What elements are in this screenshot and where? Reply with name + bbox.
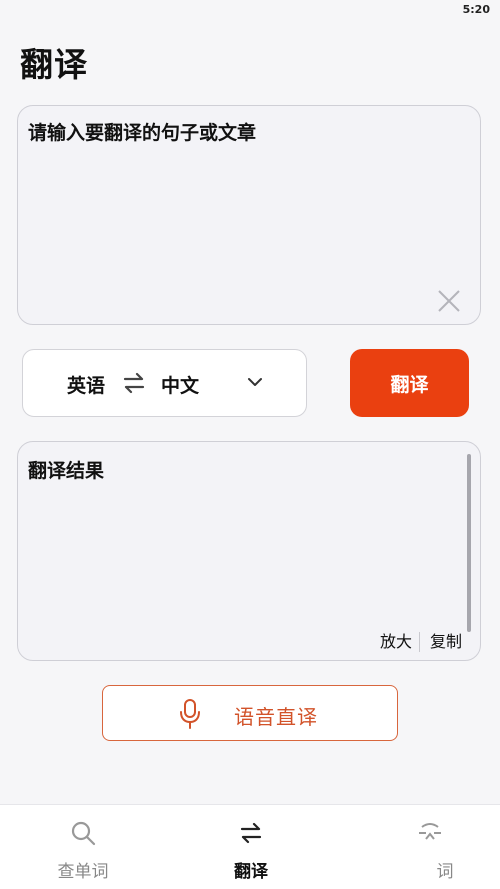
camera-scan-icon <box>419 823 441 840</box>
zoom-button[interactable]: 放大 <box>380 628 412 652</box>
tab-label: 词 <box>436 862 454 882</box>
swap-arrows-icon <box>240 822 262 844</box>
tab-translate[interactable]: 翻译 <box>191 805 311 889</box>
chevron-down-icon[interactable] <box>245 372 265 392</box>
translate-button[interactable]: 翻译 <box>350 349 469 417</box>
voice-translate-label: 语音直译 <box>234 705 318 729</box>
action-divider <box>419 632 420 652</box>
source-language[interactable]: 英语 <box>67 371 105 398</box>
result-placeholder: 翻译结果 <box>28 460 105 482</box>
source-text-placeholder: 请输入要翻译的句子或文章 <box>28 122 257 144</box>
clear-icon[interactable] <box>436 288 462 314</box>
status-time: 5:20 <box>462 3 490 16</box>
target-language[interactable]: 中文 <box>161 371 199 398</box>
page-title: 翻译 <box>20 45 88 84</box>
microphone-icon <box>180 699 200 729</box>
bottom-tab-bar: 查单词 翻译 词 <box>0 804 500 889</box>
language-selector[interactable]: 英语 中文 <box>22 349 307 417</box>
copy-button[interactable]: 复制 <box>430 628 462 652</box>
tab-label: 翻译 <box>234 862 268 882</box>
search-icon <box>71 821 96 846</box>
tab-label: 查单词 <box>57 862 109 882</box>
translation-result-area: 翻译结果 放大 复制 <box>17 441 481 661</box>
tab-scan-word[interactable]: 词 <box>380 805 480 889</box>
tab-lookup-word[interactable]: 查单词 <box>23 805 143 889</box>
swap-languages-icon[interactable] <box>121 370 147 396</box>
voice-translate-button[interactable]: 语音直译 <box>102 685 398 741</box>
result-scrollbar[interactable] <box>467 454 471 632</box>
source-text-input[interactable]: 请输入要翻译的句子或文章 <box>17 105 481 325</box>
